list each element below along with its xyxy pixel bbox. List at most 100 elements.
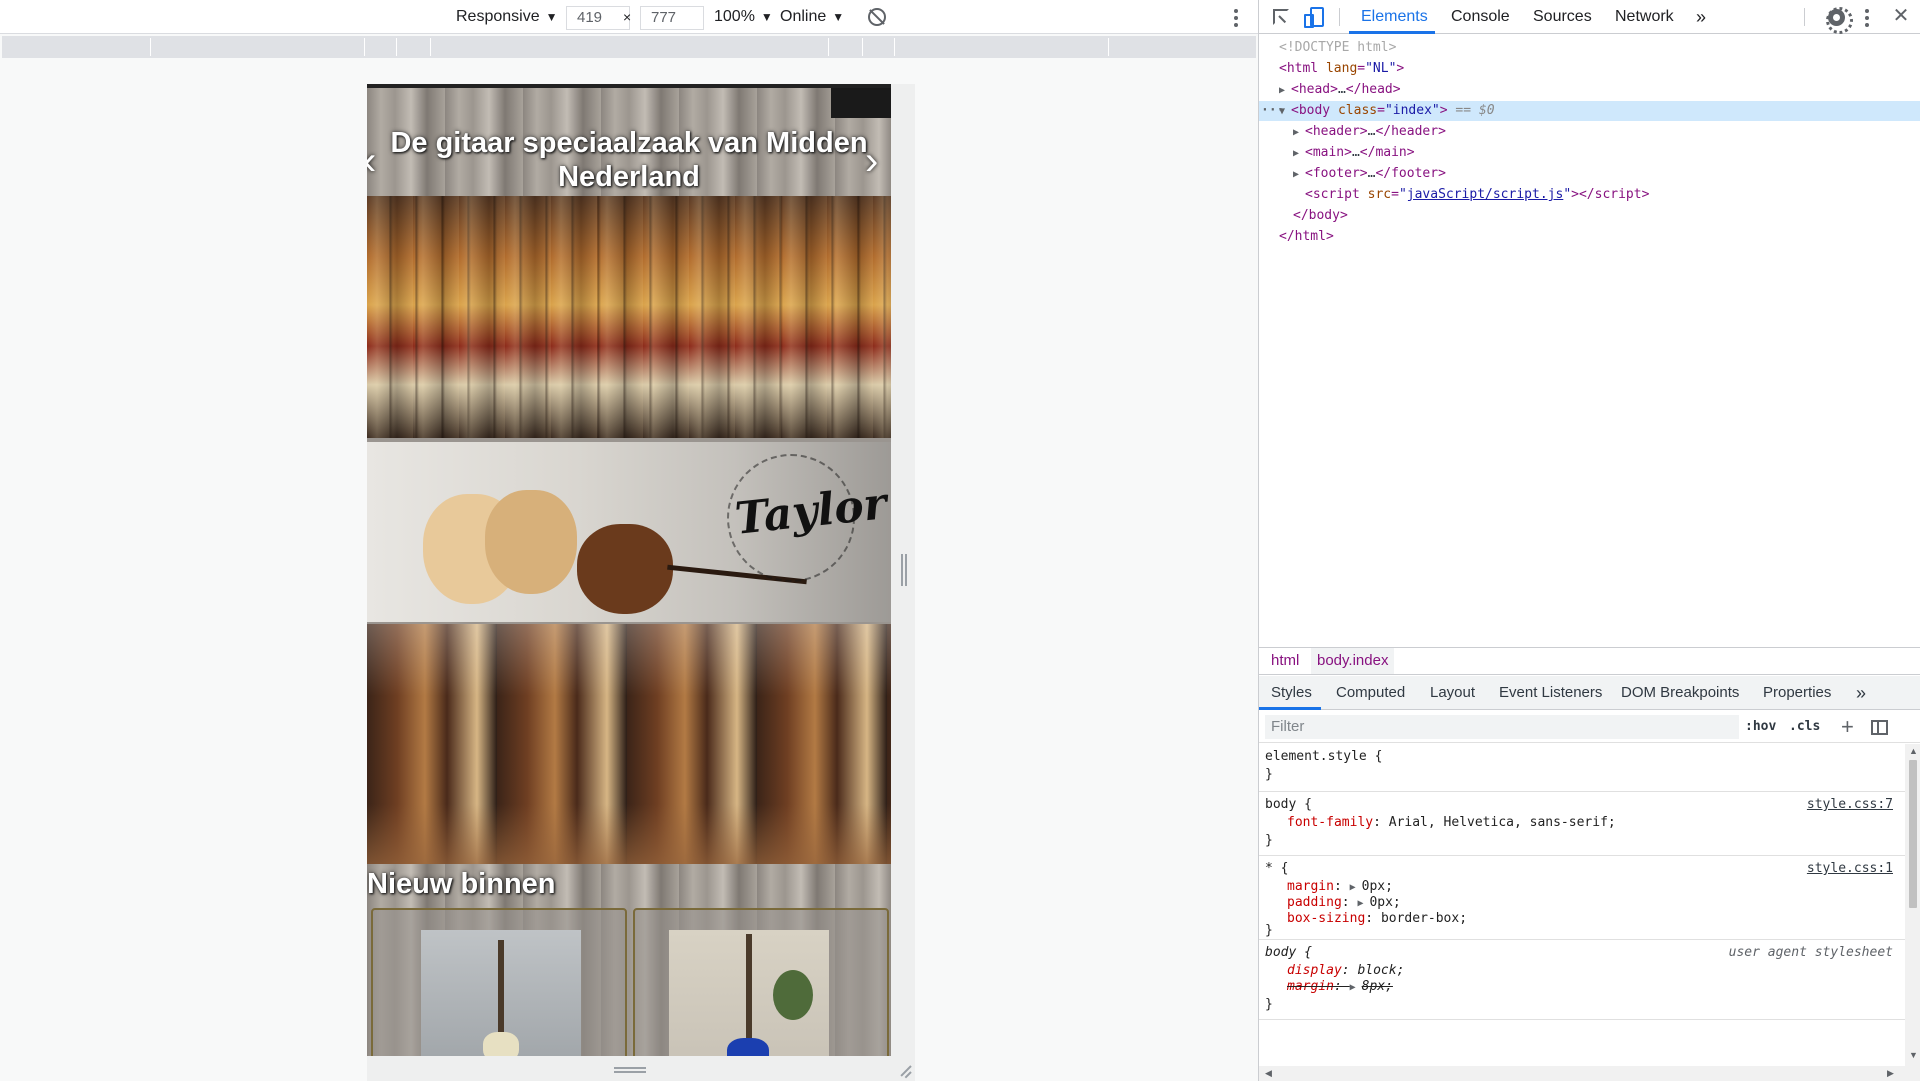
resize-handle-corner[interactable] (897, 1063, 912, 1079)
rotate-icon[interactable] (868, 8, 886, 26)
throttling-label: Online (780, 8, 827, 25)
expand-triangle-icon[interactable]: ▶ (1293, 123, 1305, 143)
guitar-body-image (483, 1032, 519, 1056)
width-input[interactable]: 419 (566, 6, 630, 30)
throttling-select[interactable]: Online ▼ (780, 0, 844, 34)
device-label: Responsive (456, 8, 540, 25)
scroll-down-icon[interactable]: ▼ (1909, 1050, 1918, 1060)
tag-name: html (1286, 61, 1319, 76)
tab-network[interactable]: Network (1615, 0, 1674, 34)
active-tab-indicator (1349, 31, 1435, 34)
dom-node-html-close[interactable]: </html> (1279, 227, 1334, 247)
tab-styles[interactable]: Styles (1271, 676, 1312, 710)
rule-source-link[interactable]: style.css:1 (1807, 860, 1893, 878)
guitar-wall-photo (367, 196, 891, 438)
breadcrumb-item-body[interactable]: body.index (1311, 648, 1395, 674)
script-src-link[interactable]: javaScript/script.js (1407, 187, 1564, 202)
tab-sources[interactable]: Sources (1533, 0, 1592, 34)
attr-value: "NL" (1365, 61, 1397, 76)
site-header: ‹ › De gitaar speciaalzaak van Midden Ne… (367, 84, 891, 196)
tag-name: body (1298, 103, 1331, 118)
rule-close-brace: } (1265, 923, 1273, 938)
rule-selector: body { (1265, 945, 1312, 960)
customize-menu-icon[interactable] (1865, 9, 1869, 30)
plant-image (773, 970, 813, 1020)
dom-node-header[interactable]: ▶ <header>…</header> (1293, 122, 1446, 142)
breadcrumb-item-html[interactable]: html (1271, 648, 1299, 674)
device-toolbar-toggle-icon[interactable] (1304, 7, 1324, 28)
tab-layout[interactable]: Layout (1430, 676, 1475, 710)
new-arrivals-section: Nieuw binnen (367, 864, 891, 1056)
scrollbar-thumb[interactable] (1909, 760, 1917, 908)
more-options-icon[interactable] (1234, 9, 1238, 30)
expand-triangle-icon[interactable]: ▶ (1293, 144, 1305, 164)
scroll-right-icon[interactable]: ▶ (1887, 1068, 1894, 1079)
scroll-up-icon[interactable]: ▲ (1909, 746, 1918, 756)
tab-event-listeners[interactable]: Event Listeners (1499, 676, 1602, 710)
expand-triangle-icon: ▶ (1349, 982, 1356, 993)
dom-node-doctype[interactable]: <!DOCTYPE html> (1279, 38, 1396, 58)
dom-node-html[interactable]: <html lang="NL"> (1279, 59, 1404, 79)
dom-node-footer[interactable]: ▶ <footer>…</footer> (1293, 164, 1446, 184)
expand-triangle-icon[interactable]: ▶ (1293, 165, 1305, 185)
rule-selector[interactable]: element.style { (1265, 748, 1382, 766)
more-tabs-icon[interactable]: » (1696, 0, 1706, 34)
new-style-rule-button[interactable]: + (1841, 713, 1854, 741)
collapse-triangle-icon[interactable]: ▼ (1279, 102, 1291, 122)
caret-down-icon: ▼ (832, 10, 845, 24)
styles-vertical-scrollbar[interactable]: ▲ ▼ (1905, 744, 1920, 1066)
height-input[interactable]: 777 (640, 6, 704, 30)
device-select[interactable]: Responsive ▼ (456, 0, 558, 34)
guitar-body-image (727, 1038, 769, 1056)
inspect-element-icon[interactable] (1273, 9, 1289, 25)
active-subtab-indicator (1259, 707, 1321, 710)
media-query-bar[interactable] (2, 36, 1256, 58)
header-menu-box[interactable] (831, 88, 891, 118)
expand-triangle-icon[interactable]: ▶ (1279, 81, 1291, 101)
breadcrumb: html body.index (1259, 647, 1920, 675)
more-subtabs-icon[interactable]: » (1856, 676, 1866, 710)
devtools-panel: Elements Console Sources Network » ✕ <!D… (1258, 0, 1920, 1081)
rule-source-label: user agent stylesheet (1728, 945, 1893, 960)
scroll-left-icon[interactable]: ◀ (1265, 1068, 1272, 1079)
rule-universal: * { style.css:1 margin: ▶ 0px; padding: ▶… (1259, 856, 1905, 940)
attr-name: lang (1325, 61, 1358, 76)
tab-properties[interactable]: Properties (1763, 676, 1831, 710)
rule-selector[interactable]: * { (1265, 860, 1288, 878)
tab-console[interactable]: Console (1451, 0, 1510, 34)
css-property[interactable]: font-family: Arial, Helvetica, sans-seri… (1287, 814, 1616, 832)
tab-dom-breakpoints[interactable]: DOM Breakpoints (1621, 676, 1739, 710)
dom-node-body-selected[interactable]: ··· ▼ <body class="index"> == $0 (1259, 101, 1920, 121)
product-card[interactable] (633, 908, 889, 1056)
css-property[interactable]: box-sizing: border-box; (1287, 910, 1467, 928)
styles-horizontal-scrollbar[interactable]: ◀ ▶ (1259, 1066, 1920, 1081)
resize-handle-right[interactable] (901, 554, 907, 586)
devtools-tabbar: Elements Console Sources Network » ✕ (1259, 0, 1920, 34)
tab-elements[interactable]: Elements (1361, 0, 1428, 34)
rule-close-brace: } (1265, 833, 1273, 848)
doctype-text: <!DOCTYPE html> (1279, 40, 1397, 55)
styles-filter-input[interactable]: Filter (1265, 715, 1739, 739)
device-toolbar: Responsive ▼ 419 × 777 100% ▼ Online ▼ (0, 0, 1258, 34)
dom-node-head[interactable]: ▶ <head>…</head> (1279, 80, 1401, 100)
rule-close-brace: } (1265, 997, 1273, 1012)
product-card[interactable] (371, 908, 627, 1056)
zoom-select[interactable]: 100% ▼ (714, 0, 773, 34)
dom-node-body-close[interactable]: </body> (1293, 206, 1348, 226)
class-toggle-button[interactable]: .cls (1789, 715, 1820, 739)
dom-node-main[interactable]: ▶ <main>…</main> (1293, 143, 1415, 163)
emulated-viewport[interactable]: ‹ › De gitaar speciaalzaak van Midden Ne… (367, 84, 891, 1056)
resize-handle-bottom[interactable] (614, 1067, 646, 1073)
dom-node-script[interactable]: <script src="javaScript/script.js"></scr… (1305, 185, 1649, 205)
caret-down-icon: ▼ (760, 10, 773, 24)
selected-node-marker: == $0 (1447, 103, 1495, 118)
close-devtools-icon[interactable]: ✕ (1891, 6, 1911, 26)
hover-state-button[interactable]: :hov (1745, 715, 1776, 739)
rule-selector[interactable]: body { (1265, 796, 1312, 814)
tab-computed[interactable]: Computed (1336, 676, 1405, 710)
rule-source-link[interactable]: style.css:7 (1807, 796, 1893, 814)
guitar-body-image (577, 524, 673, 614)
zoom-label: 100% (714, 8, 755, 25)
settings-gear-icon[interactable] (1826, 7, 1853, 34)
toggle-sidebar-icon[interactable] (1871, 720, 1888, 735)
